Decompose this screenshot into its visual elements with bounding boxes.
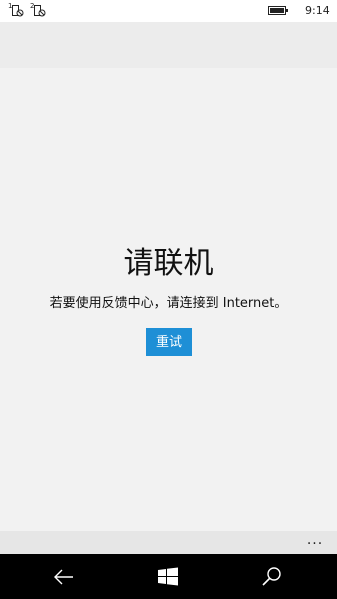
navigation-bar — [0, 554, 337, 599]
sim1-signal: 1 — [8, 2, 26, 19]
screen: 1 2 9:14 请联机 若要使用反馈中心，请连接到 Internet。 重试 … — [0, 0, 337, 599]
windows-logo-icon[interactable] — [155, 564, 181, 590]
header-band — [0, 22, 337, 68]
app-bar: ... — [0, 531, 337, 554]
more-options-button[interactable]: ... — [305, 533, 325, 551]
status-bar: 1 2 9:14 — [0, 0, 337, 22]
offline-message: 若要使用反馈中心，请连接到 Internet。 — [49, 296, 288, 311]
status-time: 9:14 — [305, 4, 330, 17]
no-signal-icon — [34, 5, 46, 17]
search-icon[interactable] — [259, 564, 285, 590]
battery-icon — [268, 6, 288, 15]
back-arrow-icon[interactable] — [51, 564, 77, 590]
sim2-signal: 2 — [30, 2, 48, 19]
no-signal-icon — [12, 5, 24, 17]
retry-button[interactable]: 重试 — [146, 328, 192, 356]
offline-title: 请联机 — [123, 246, 214, 281]
offline-panel: 请联机 若要使用反馈中心，请连接到 Internet。 重试 — [0, 68, 337, 531]
